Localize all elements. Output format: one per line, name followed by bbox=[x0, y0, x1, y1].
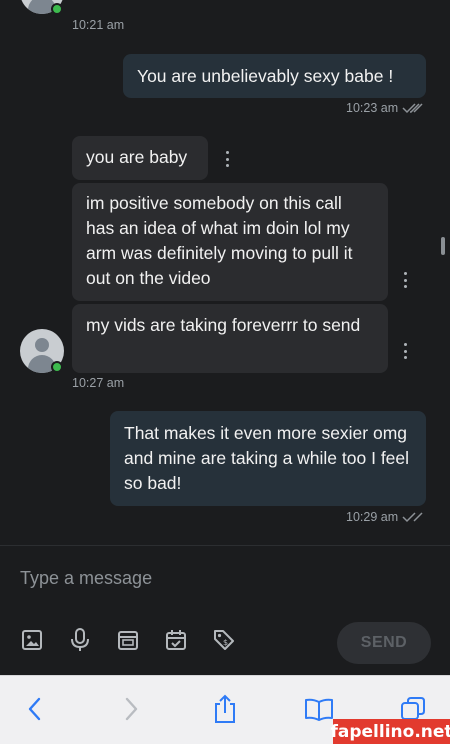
online-indicator bbox=[51, 361, 63, 373]
message-time: 10:23 am bbox=[346, 101, 399, 115]
microphone-icon[interactable] bbox=[68, 628, 92, 652]
calendar-check-icon[interactable] bbox=[164, 628, 188, 652]
online-indicator bbox=[51, 3, 63, 15]
price-tag-icon[interactable]: $ bbox=[212, 628, 236, 652]
watermark: fapellino.net bbox=[330, 719, 450, 744]
image-icon[interactable] bbox=[20, 628, 44, 652]
share-icon[interactable] bbox=[210, 694, 240, 724]
forward-icon[interactable] bbox=[116, 694, 146, 724]
back-icon[interactable] bbox=[20, 694, 50, 724]
double-check-icon bbox=[402, 103, 423, 114]
message-text: im positive somebody on this call has an… bbox=[86, 193, 353, 288]
message-meta: 10:29 am bbox=[346, 510, 424, 524]
send-button[interactable]: SEND bbox=[337, 622, 431, 664]
archive-icon[interactable] bbox=[116, 628, 140, 652]
message-meta: 10:23 am bbox=[346, 101, 424, 115]
svg-text:$: $ bbox=[223, 638, 228, 647]
message-input[interactable]: Type a message bbox=[20, 568, 152, 589]
double-check-icon bbox=[402, 512, 423, 523]
message-composer: Type a message $ SEND bbox=[0, 545, 450, 675]
scrollbar-thumb[interactable] bbox=[441, 237, 445, 255]
chat-thread[interactable]: 10:21 am You are unbelievably sexy babe … bbox=[0, 0, 450, 545]
message-text: You are unbelievably sexy babe ! bbox=[137, 66, 394, 86]
incoming-message[interactable]: im positive somebody on this call has an… bbox=[72, 183, 388, 301]
more-options-icon[interactable] bbox=[403, 343, 407, 359]
message-time: 10:27 am bbox=[72, 376, 125, 390]
message-time: 10:29 am bbox=[346, 510, 399, 524]
message-text: That makes it even more sexier omg and m… bbox=[124, 423, 410, 493]
incoming-message[interactable]: you are baby bbox=[72, 136, 208, 180]
outgoing-message[interactable]: That makes it even more sexier omg and m… bbox=[110, 411, 426, 506]
bookmarks-icon[interactable] bbox=[304, 694, 334, 724]
more-options-icon[interactable] bbox=[403, 272, 407, 288]
incoming-message[interactable]: my vids are taking foreverrr to send bbox=[72, 304, 388, 373]
message-time: 10:21 am bbox=[72, 18, 125, 32]
message-text: my vids are taking foreverrr to send bbox=[86, 315, 361, 335]
message-text: you are baby bbox=[86, 147, 188, 167]
more-options-icon[interactable] bbox=[225, 151, 229, 167]
composer-tools: $ bbox=[20, 628, 236, 652]
outgoing-message[interactable]: You are unbelievably sexy babe ! bbox=[123, 54, 426, 98]
